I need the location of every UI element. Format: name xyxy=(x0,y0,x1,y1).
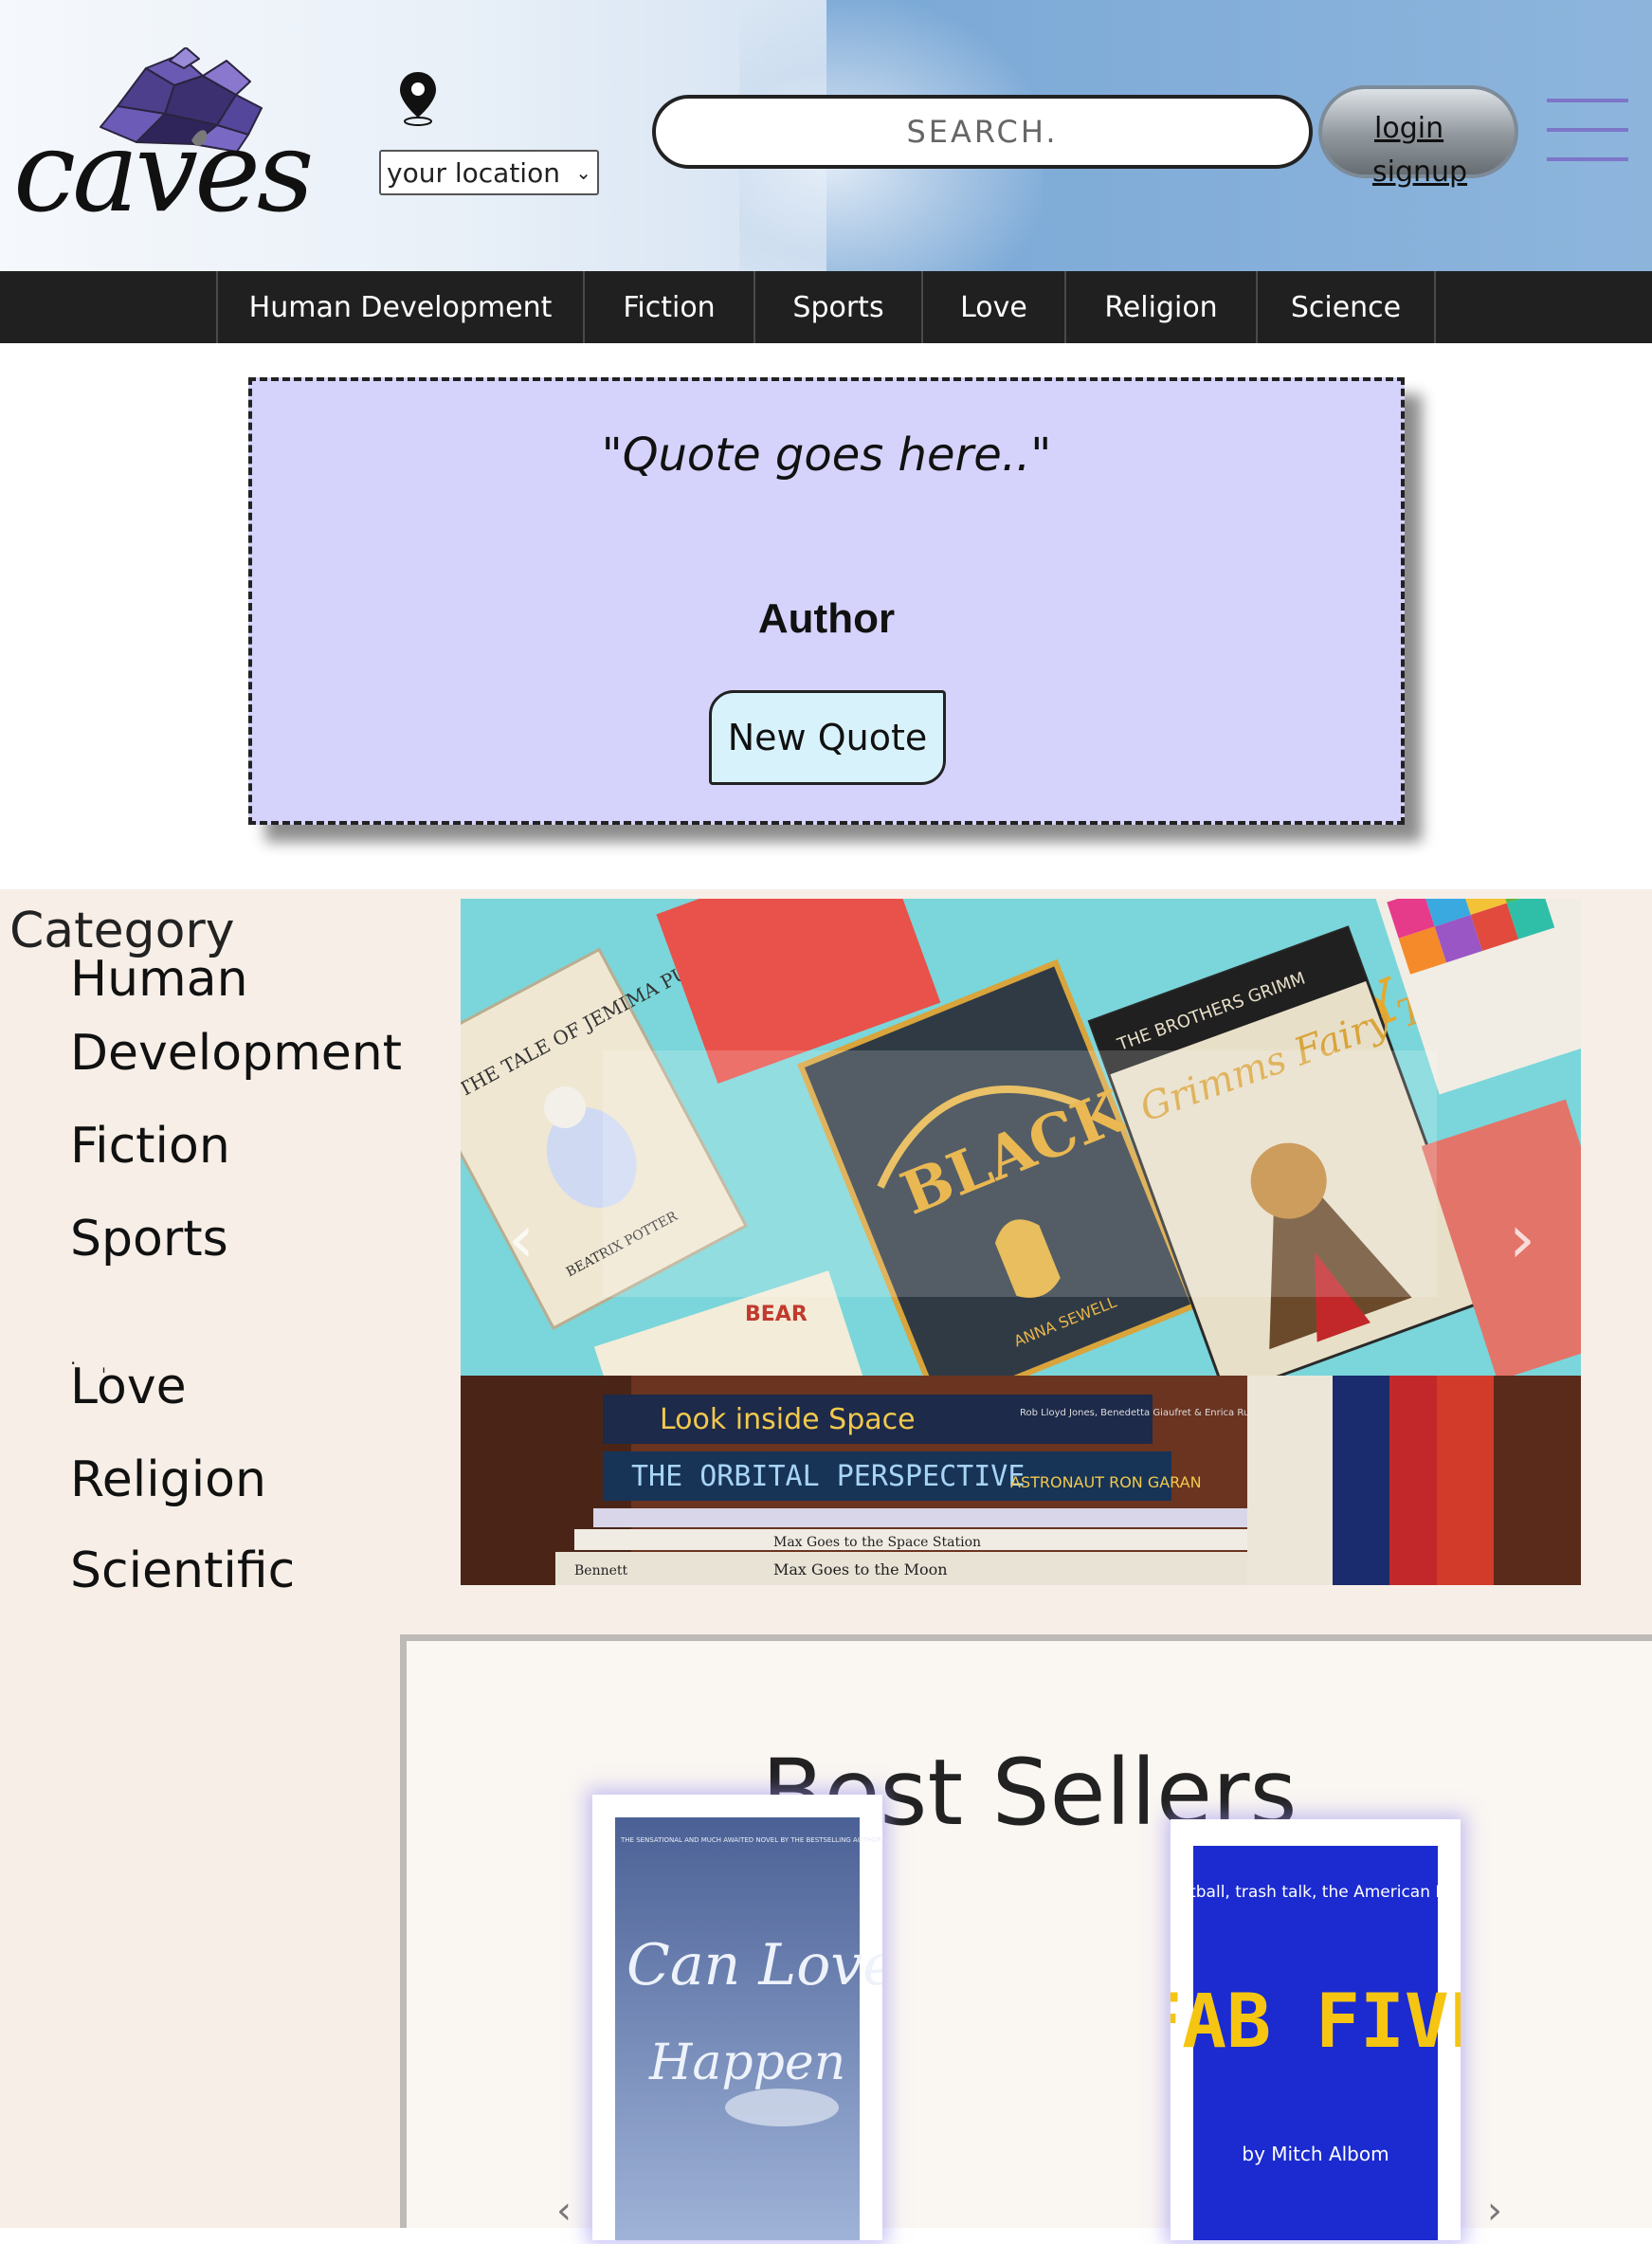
sidebar-item-label: Development xyxy=(70,1025,403,1082)
caves-logo[interactable]: caves xyxy=(13,47,364,228)
book-carousel[interactable]: THE TALE OF JEMIMA PUDDLE-DUCK BEATRIX P… xyxy=(461,899,1581,1585)
nav-item-fiction[interactable]: Fiction xyxy=(583,271,753,343)
quote-text: "Quote goes here.." xyxy=(601,429,1052,482)
chevron-right-icon[interactable]: › xyxy=(1487,2189,1502,2233)
book-author-text: by Mitch Albom xyxy=(1242,2143,1389,2165)
nav-item-science[interactable]: Science xyxy=(1256,271,1436,343)
chevron-right-icon[interactable]: › xyxy=(1509,1200,1535,1278)
book-title-text: FAB FIVE xyxy=(1171,1979,1461,2065)
sidebar-item-love[interactable]: Love xyxy=(70,1350,187,1424)
carousel-slide-classic-books: THE TALE OF JEMIMA PUDDLE-DUCK BEATRIX P… xyxy=(461,899,1581,1376)
sidebar-item-scientific[interactable]: Scientific xyxy=(70,1534,295,1608)
book-tagline-text: Basketball, trash talk, the American Dre… xyxy=(1171,1883,1461,1902)
location-pin-icon xyxy=(400,72,436,126)
site-header: caves your location ⌄ SEARCH. login sign… xyxy=(0,0,1652,271)
chevron-left-icon[interactable]: ‹ xyxy=(508,1200,535,1278)
quote-author: Author xyxy=(757,595,896,642)
book-title-text: Max Goes to the Space Station xyxy=(773,1535,981,1550)
book-title-text: Happen xyxy=(648,2034,845,2091)
book-title-text: Can Love xyxy=(626,1932,882,1998)
svg-text:caves: caves xyxy=(13,106,311,228)
book-author-text: Bennett xyxy=(574,1563,628,1578)
new-quote-button[interactable]: New Quote xyxy=(709,690,946,785)
category-nav: Human Development Fiction Sports Love Re… xyxy=(0,271,1652,343)
carousel-slide-space-books: Look inside Space Rob Lloyd Jones, Bened… xyxy=(461,1376,1581,1585)
svg-text:BEAR: BEAR xyxy=(745,1303,808,1326)
book-blurb-text: THE SENSATIONAL AND MUCH AWAITED NOVEL B… xyxy=(620,1836,882,1844)
nav-item-sports[interactable]: Sports xyxy=(753,271,921,343)
book-title-text: Max Goes to the Moon xyxy=(773,1560,948,1578)
book-cover-can-love-happen: THE SENSATIONAL AND MUCH AWAITED NOVEL B… xyxy=(615,1817,980,2240)
best-sellers-section: Best Sellers THE SENSATIONAL AND MUCH AW… xyxy=(400,1634,1652,2240)
sidebar-item-fiction[interactable]: Fiction xyxy=(70,1109,230,1183)
chevron-down-icon: ⌄ xyxy=(575,161,591,184)
book-author-text: Rob Lloyd Jones, Benedetta Giaufret & En… xyxy=(1020,1407,1269,1418)
location-select[interactable]: your location ⌄ xyxy=(379,150,599,195)
quote-card: "Quote goes here.." Author New Quote xyxy=(248,377,1405,825)
chevron-left-icon[interactable]: ‹ xyxy=(556,2189,572,2233)
book-cover-fab-five: Basketball, trash talk, the American Dre… xyxy=(1137,1846,1494,2240)
book-title-text: Look inside Space xyxy=(660,1403,916,1436)
hamburger-menu-icon[interactable] xyxy=(1547,99,1628,161)
sidebar-item-sports[interactable]: Sports xyxy=(70,1202,228,1276)
classic-books-image: THE TALE OF JEMIMA PUDDLE-DUCK BEATRIX P… xyxy=(461,899,1581,1376)
book-title-text: THE ORBITAL PERSPECTIVE xyxy=(631,1460,1025,1493)
nav-item-human-development[interactable]: Human Development xyxy=(216,271,583,343)
nav-item-religion[interactable]: Religion xyxy=(1064,271,1256,343)
book-author-text: ASTRONAUT RON GARAN xyxy=(1010,1473,1202,1491)
sidebar-item-human-development[interactable]: Human Development xyxy=(70,942,402,1090)
sidebar-item-religion[interactable]: Religion xyxy=(70,1443,266,1517)
search-input[interactable]: SEARCH. xyxy=(652,95,1313,169)
space-books-image: Look inside Space Rob Lloyd Jones, Bened… xyxy=(461,1376,1581,1585)
best-seller-book-1[interactable]: THE SENSATIONAL AND MUCH AWAITED NOVEL B… xyxy=(592,1795,980,2240)
signup-link[interactable]: signup xyxy=(1372,155,1467,189)
best-seller-book-2[interactable]: Basketball, trash talk, the American Dre… xyxy=(1137,1819,1494,2240)
nav-item-love[interactable]: Love xyxy=(921,271,1064,343)
main-content: Category Human Development Fiction Sport… xyxy=(0,889,1652,2240)
login-link[interactable]: login xyxy=(1374,112,1443,145)
sidebar-item-label: Human xyxy=(70,951,248,1008)
location-select-value: your location xyxy=(387,156,560,189)
